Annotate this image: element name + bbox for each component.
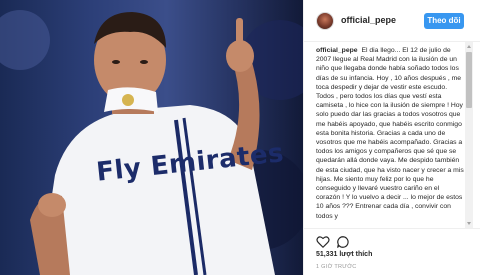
heart-icon[interactable] — [316, 235, 330, 249]
post-caption: official_pepe El dia llego... El 12 de j… — [316, 46, 464, 221]
post-sidebar: official_pepe Theo dõi official_pepe El … — [303, 0, 480, 275]
caption-scroll-area[interactable]: official_pepe El dia llego... El 12 de j… — [304, 42, 480, 228]
comment-icon[interactable] — [336, 235, 350, 249]
instagram-post: Fly Emirates official_pepe Theo dõi offi… — [0, 0, 480, 275]
post-timestamp: 1 GIỜ TRƯỚC — [316, 264, 357, 270]
likes-count[interactable]: 51,331 lượt thích — [316, 251, 372, 258]
avatar[interactable] — [316, 12, 334, 30]
photo-illustration — [0, 10, 303, 275]
caption-username[interactable]: official_pepe — [316, 47, 358, 54]
post-header: official_pepe Theo dõi — [304, 0, 480, 42]
post-photo[interactable]: Fly Emirates — [0, 0, 303, 275]
scroll-down-arrow-icon[interactable] — [465, 220, 473, 228]
caption-scrollbar[interactable] — [465, 42, 473, 228]
action-bar — [304, 228, 480, 250]
scroll-up-arrow-icon[interactable] — [465, 42, 473, 50]
scrollbar-thumb[interactable] — [466, 52, 472, 108]
caption-text: El dia llego... El 12 de julio de 2007 l… — [316, 47, 464, 220]
username-link[interactable]: official_pepe — [341, 15, 396, 25]
follow-button[interactable]: Theo dõi — [424, 13, 464, 29]
